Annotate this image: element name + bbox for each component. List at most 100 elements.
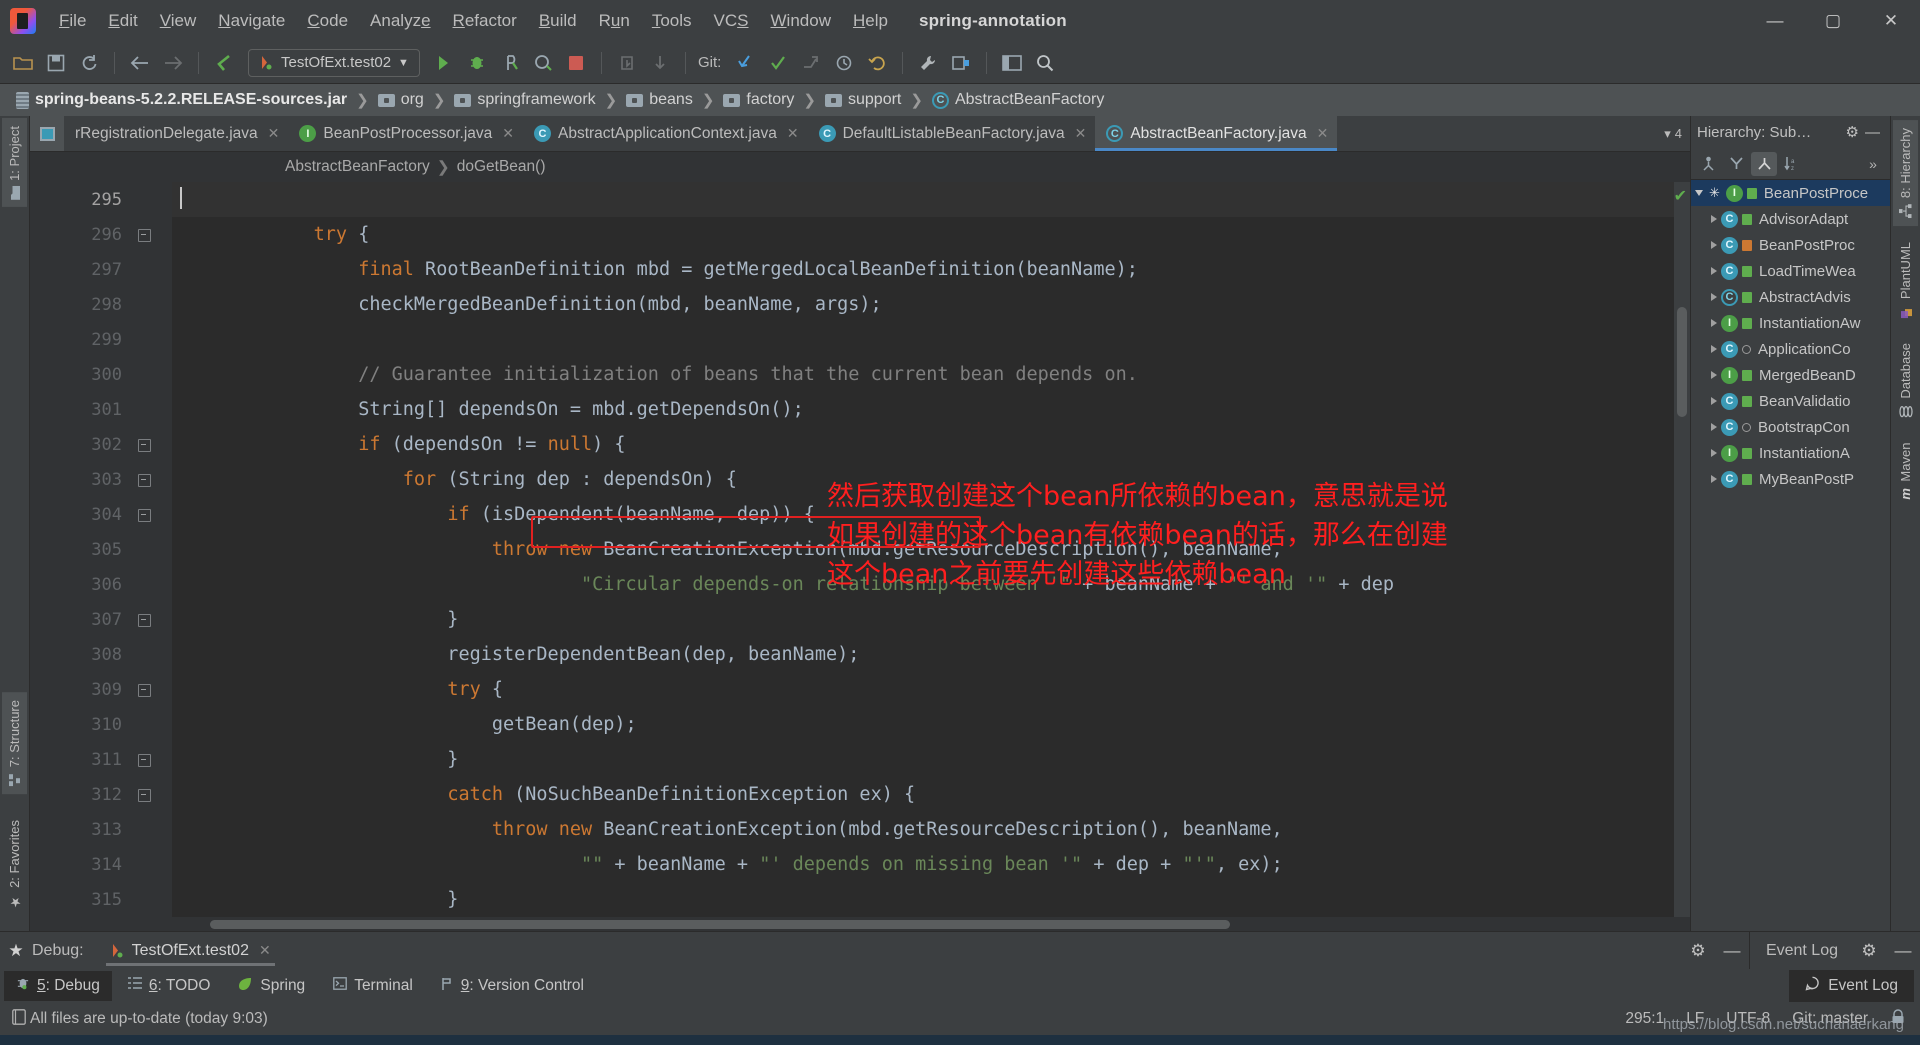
caret-position[interactable]: 295:1 [1625, 1010, 1664, 1028]
hierarchy-row[interactable]: ✳ I BeanPostProce [1691, 180, 1890, 206]
chevron-right-icon[interactable] [1711, 241, 1717, 249]
code-line[interactable]: registerDependentBean(dep, beanName); [172, 637, 1674, 672]
tab-DefaultListableBeanFactory[interactable]: C DefaultListableBeanFactory.java ✕ [808, 116, 1096, 151]
code-text-area[interactable]: try { final RootBeanDefinition mbd = get… [172, 182, 1674, 917]
sync-icon[interactable] [74, 49, 104, 77]
chevron-right-icon[interactable] [1711, 423, 1717, 431]
sidebar-item-plantuml[interactable]: PlantUML [1893, 234, 1918, 327]
chevron-down-icon[interactable]: ▾ [1664, 126, 1671, 142]
chevron-right-icon[interactable] [1711, 371, 1717, 379]
menu-analyze[interactable]: Analyze [359, 7, 442, 35]
code-line[interactable]: for (String dep : dependsOn) { [172, 462, 1674, 497]
git-push-icon[interactable] [796, 49, 826, 77]
editor-vertical-scrollbar[interactable]: ✔ [1674, 182, 1690, 917]
forward-arrow-icon[interactable] [158, 49, 188, 77]
code-line[interactable]: } [172, 882, 1674, 917]
code-fold-icon[interactable] [138, 439, 151, 452]
debug-icon[interactable] [462, 49, 492, 77]
code-line[interactable] [172, 322, 1674, 357]
hierarchy-row[interactable]: C BeanPostProc [1691, 232, 1890, 258]
menu-refactor[interactable]: Refactor [442, 7, 528, 35]
sidebar-item-database[interactable]: Database [1893, 335, 1918, 427]
tab-todo[interactable]: 6: TODO [116, 972, 222, 1000]
chevron-right-icon[interactable] [1711, 319, 1717, 327]
minimize-icon[interactable]: — [1865, 124, 1884, 141]
coverage-icon[interactable] [495, 49, 525, 77]
code-line[interactable]: } [172, 742, 1674, 777]
menu-run[interactable]: Run [588, 7, 641, 35]
minimize-button[interactable]: — [1746, 0, 1804, 42]
close-icon[interactable]: ✕ [1317, 125, 1329, 142]
stop-icon[interactable] [561, 49, 591, 77]
sort-alphabetically-icon[interactable]: az [1779, 152, 1805, 176]
code-line[interactable]: // Guarantee initialization of beans tha… [172, 357, 1674, 392]
menu-edit[interactable]: Edit [97, 7, 148, 35]
breadcrumb-springframework[interactable]: springframework [450, 91, 599, 109]
save-icon[interactable] [41, 49, 71, 77]
menu-help[interactable]: Help [842, 7, 899, 35]
run-icon[interactable] [429, 49, 459, 77]
tab-BeanPostProcessor[interactable]: I BeanPostProcessor.java ✕ [288, 116, 523, 151]
layout-icon[interactable] [997, 49, 1027, 77]
editor-horizontal-scrollbar[interactable] [30, 917, 1690, 931]
code-line[interactable]: getBean(dep); [172, 707, 1674, 742]
maximize-button[interactable]: ▢ [1804, 0, 1862, 42]
open-folder-icon[interactable] [8, 49, 38, 77]
code-line[interactable]: String[] dependsOn = mbd.getDependsOn(); [172, 392, 1674, 427]
plugins-icon[interactable] [946, 49, 976, 77]
git-pull-icon[interactable] [730, 49, 760, 77]
hierarchy-row[interactable]: C AbstractAdvis [1691, 284, 1890, 310]
tab-version-control[interactable]: 9: Version Control [429, 972, 596, 1001]
breadcrumb-class[interactable]: AbstractBeanFactory [285, 158, 430, 176]
menu-build[interactable]: Build [528, 7, 588, 35]
menu-code[interactable]: Code [296, 7, 359, 35]
code-line[interactable]: if (isDependent(beanName, dep)) { [172, 497, 1674, 532]
chevron-down-icon[interactable]: ▼ [398, 57, 409, 69]
breadcrumb-beans[interactable]: beans [622, 91, 697, 109]
sidebar-item-maven[interactable]: m Maven [1893, 435, 1918, 508]
breadcrumb-support[interactable]: support [821, 91, 905, 109]
back-arrow-icon[interactable] [125, 49, 155, 77]
event-log-minimize-icon[interactable]: — [1886, 941, 1920, 961]
sidebar-item-structure[interactable]: 7: Structure [2, 691, 27, 795]
chevron-right-icon[interactable] [1711, 475, 1717, 483]
code-line[interactable]: throw new BeanCreationException(mbd.getR… [172, 812, 1674, 847]
profile-icon[interactable] [528, 49, 558, 77]
breadcrumb-jar[interactable]: spring-beans-5.2.2.RELEASE-sources.jar [12, 91, 351, 109]
tab-terminal[interactable]: Terminal [321, 972, 425, 1000]
hierarchy-row[interactable]: C AdvisorAdapt [1691, 206, 1890, 232]
code-editor[interactable]: 295 296 297 298 299 300 301 302 303 304 305 306 307 3… [30, 182, 1690, 917]
code-fold-icon[interactable] [138, 614, 151, 627]
close-icon[interactable]: ✕ [787, 125, 799, 142]
close-button[interactable]: ✕ [1862, 0, 1920, 42]
close-icon[interactable]: ✕ [502, 125, 514, 142]
close-icon[interactable]: ✕ [1075, 125, 1087, 142]
code-line[interactable]: try { [172, 217, 1674, 252]
breadcrumb-factory[interactable]: factory [719, 91, 798, 109]
close-icon[interactable]: ✕ [259, 942, 271, 959]
chevron-right-icon[interactable] [1711, 449, 1717, 457]
code-line[interactable] [172, 182, 1674, 217]
tab-spring[interactable]: Spring [226, 972, 317, 1001]
code-line[interactable]: "" + beanName + "' depends on missing be… [172, 847, 1674, 882]
run-configuration-selector[interactable]: TestOfExt.test02 ▼ [248, 48, 420, 77]
breadcrumb-abstractbeanfactory[interactable]: C AbstractBeanFactory [928, 91, 1108, 109]
code-fold-icon[interactable] [138, 509, 151, 522]
gear-icon[interactable]: ⚙ [1681, 941, 1715, 961]
code-fold-icon[interactable] [138, 754, 151, 767]
hierarchy-row[interactable]: I MergedBeanD [1691, 362, 1890, 388]
code-line[interactable]: final RootBeanDefinition mbd = getMerged… [172, 252, 1674, 287]
sidebar-item-favorites[interactable]: ★ 2: Favorites [2, 812, 27, 917]
code-line[interactable]: "Circular depends-on relationship betwee… [172, 567, 1674, 602]
git-check-icon[interactable] [763, 49, 793, 77]
tab-overflow[interactable]: ▾ 4 [1664, 116, 1690, 151]
menu-window[interactable]: Window [760, 7, 842, 35]
code-line[interactable]: } [172, 602, 1674, 637]
scrollbar-thumb[interactable] [1677, 307, 1687, 417]
chevron-right-icon[interactable] [1711, 345, 1717, 353]
hierarchy-row[interactable]: I InstantiationAw [1691, 310, 1890, 336]
scrollbar-thumb-horizontal[interactable] [210, 919, 1230, 929]
line-number-gutter[interactable]: 295 296 297 298 299 300 301 302 303 304 305 306 307 3… [30, 182, 172, 917]
event-log-button[interactable]: Event Log [1789, 970, 1914, 1002]
breadcrumb-method[interactable]: doGetBean() [457, 158, 546, 176]
